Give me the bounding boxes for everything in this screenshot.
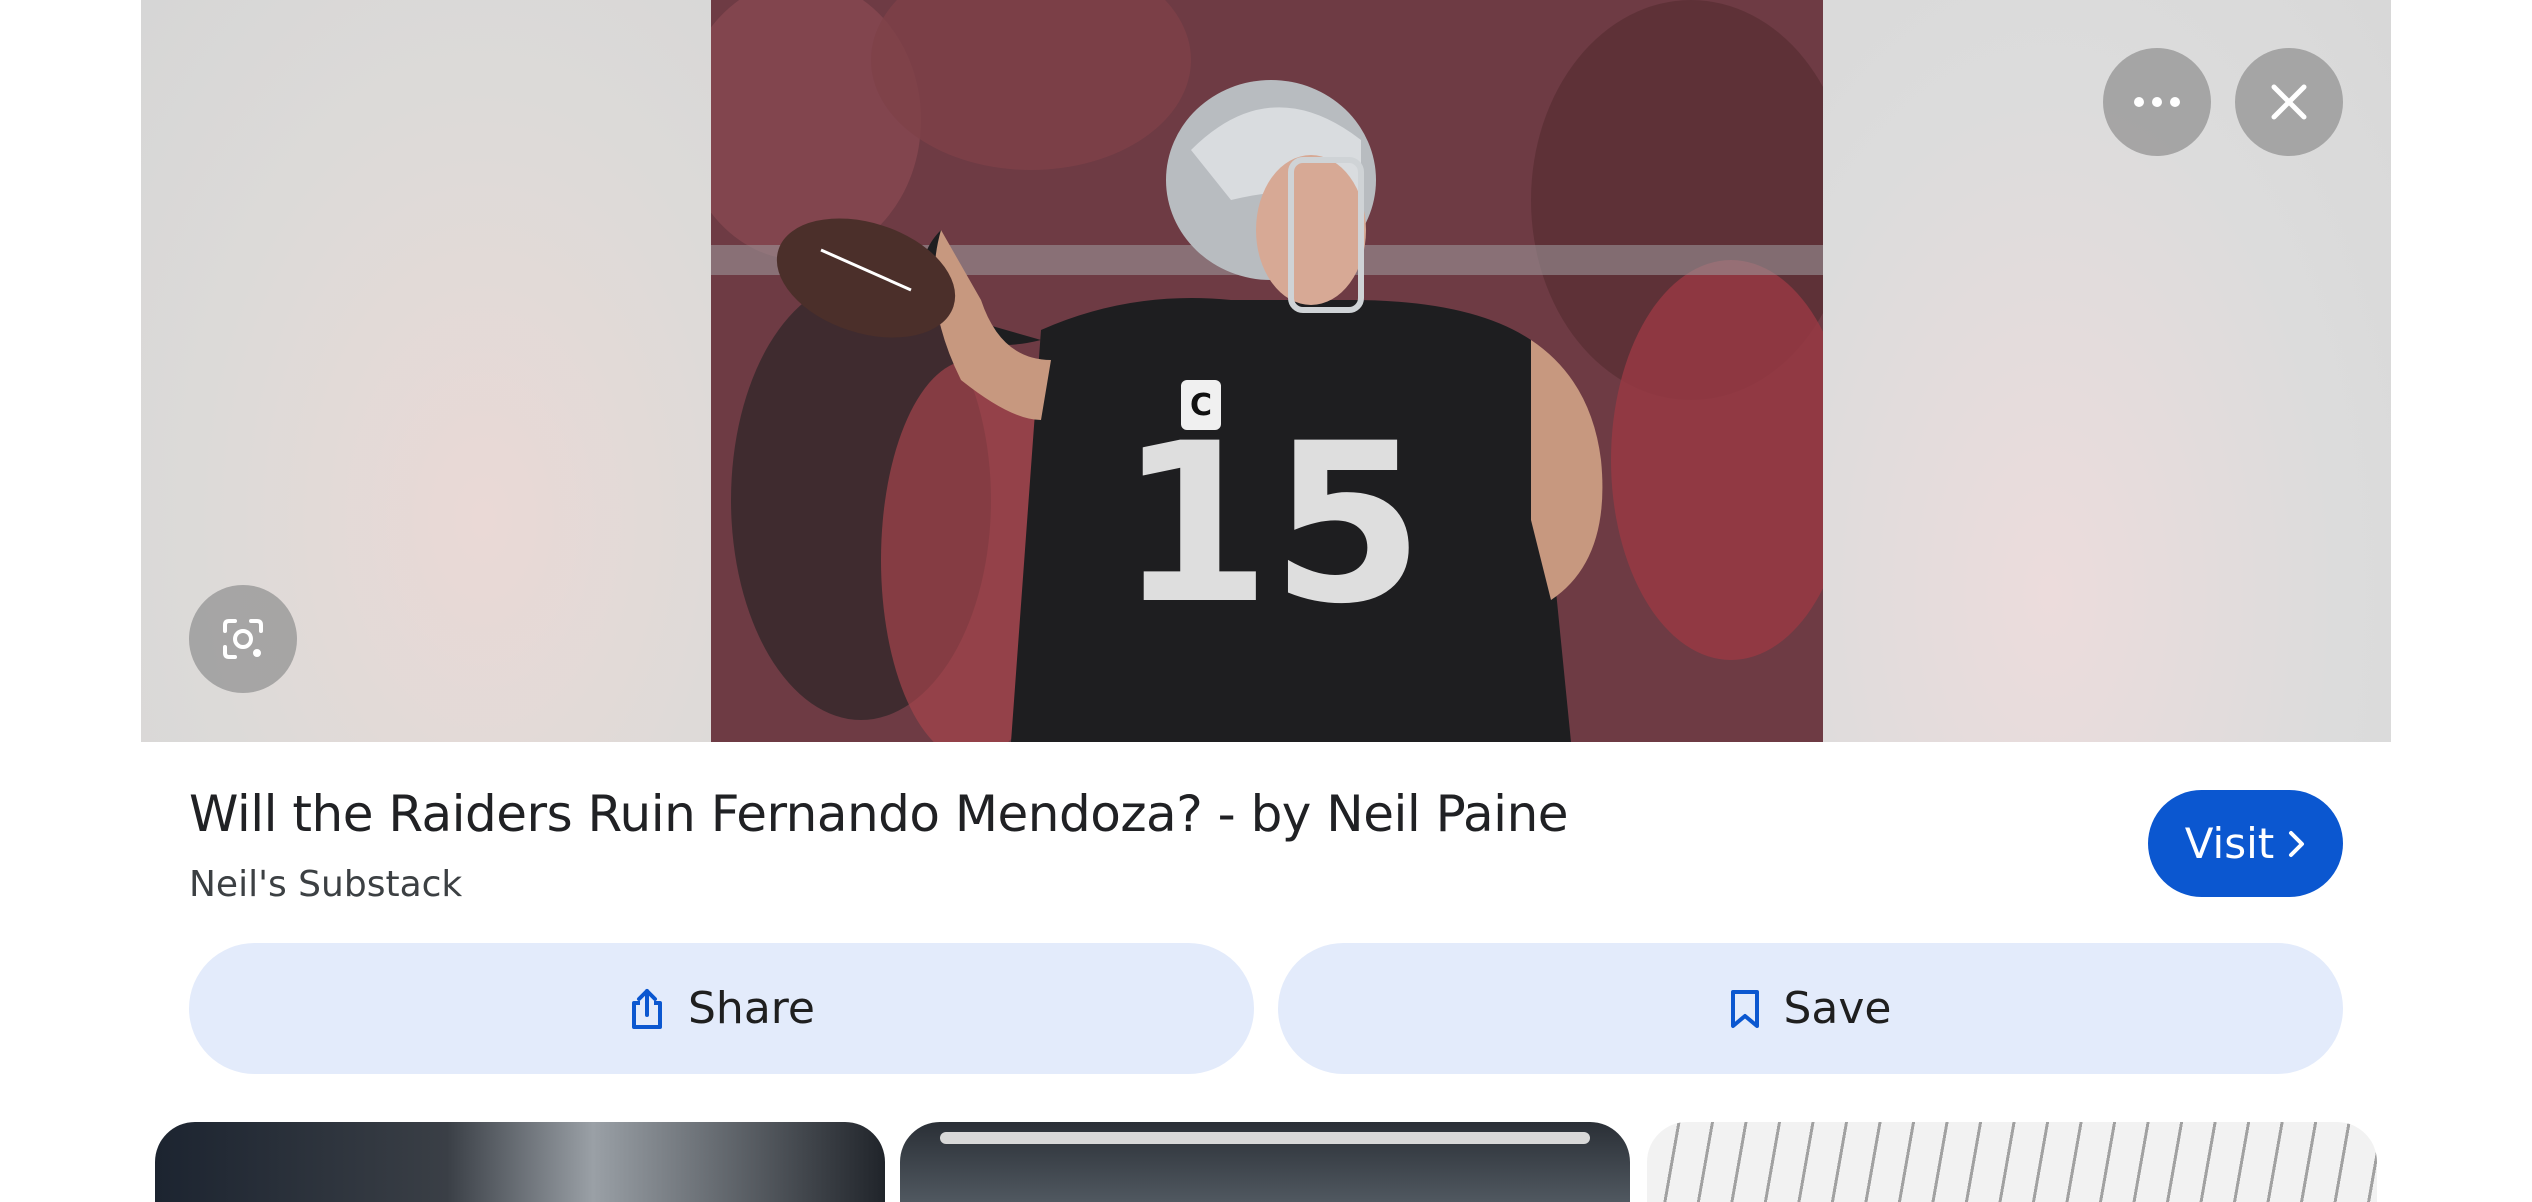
lens-search-button[interactable]: [189, 585, 297, 693]
result-title: Will the Raiders Ruin Fernando Mendoza? …: [189, 785, 1569, 843]
image-preview-area: 15 C: [141, 0, 2391, 742]
visit-label: Visit: [2184, 819, 2275, 868]
close-icon: [2271, 84, 2307, 120]
main-image[interactable]: 15 C: [711, 0, 1823, 742]
related-image-thumbnail[interactable]: [155, 1122, 885, 1202]
related-image-thumbnail[interactable]: [900, 1122, 1630, 1202]
chevron-right-icon: [2289, 830, 2305, 857]
close-button[interactable]: [2235, 48, 2343, 156]
share-label: Share: [688, 983, 815, 1034]
more-horizontal-icon: [2134, 97, 2180, 107]
share-icon: [632, 988, 662, 1029]
related-image-thumbnail[interactable]: [1647, 1122, 2377, 1202]
google-lens-icon: [223, 619, 263, 659]
visit-button[interactable]: Visit: [2148, 790, 2343, 897]
thumbnail-overlay-bar: [940, 1132, 1590, 1144]
bookmark-icon: [1731, 989, 1760, 1028]
jersey-number: 15: [1118, 396, 1424, 652]
more-options-button[interactable]: [2103, 48, 2211, 156]
share-button[interactable]: Share: [189, 943, 1254, 1074]
image-viewer: 15 C Will the Raiders Ruin Fernando Mend…: [0, 0, 2532, 1202]
svg-text:C: C: [1190, 388, 1212, 423]
result-source: Neil's Substack: [189, 864, 463, 905]
save-button[interactable]: Save: [1278, 943, 2343, 1074]
thumbnail-net-pattern: [1647, 1122, 2377, 1202]
save-label: Save: [1783, 983, 1892, 1034]
